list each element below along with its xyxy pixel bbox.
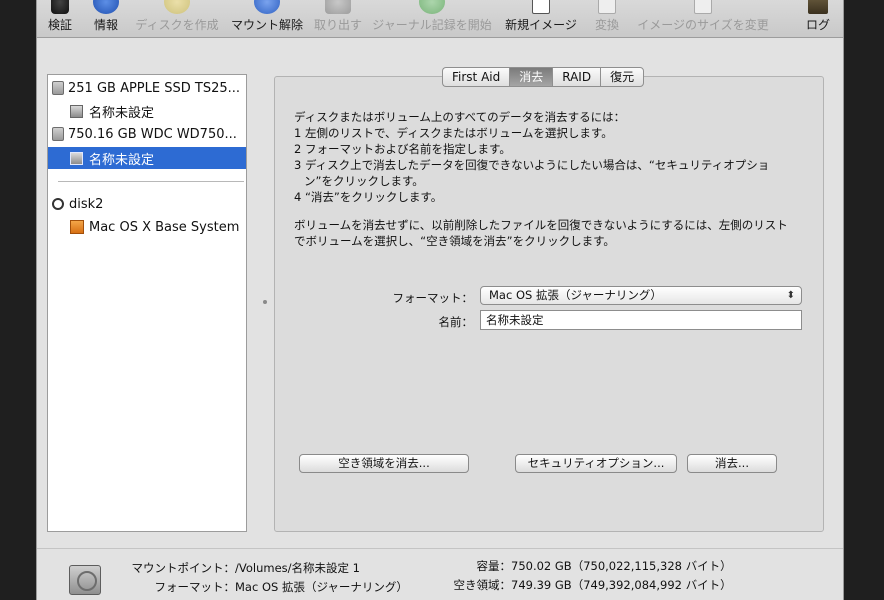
sidebar-divider <box>58 181 244 182</box>
disk-item-wdc[interactable]: 750.16 GB WDC WD750... <box>48 123 246 145</box>
erase-free-space-note: ボリュームを消去せずに、以前削除したファイルを回復できないようにするには、左側の… <box>294 218 788 248</box>
info-tool[interactable]: 情報 <box>89 0 123 38</box>
verify-tool[interactable]: 検証 <box>43 0 77 38</box>
info-icon <box>93 0 119 14</box>
mount-point-info: マウントポイント：/Volumes/名称未設定 1 <box>131 561 360 575</box>
volume-icon <box>70 151 83 165</box>
enable-journaling-tool[interactable]: ジャーナル記録を開始 <box>371 0 493 38</box>
volume-item-ssd[interactable]: 名称未設定 <box>48 100 246 122</box>
security-options-button[interactable]: セキュリティオプション... <box>515 454 677 473</box>
installer-volume-item[interactable]: Mac OS X Base System <box>48 216 246 238</box>
resize-image-tool[interactable]: イメージのサイズを変更 <box>633 0 773 38</box>
tab-raid[interactable]: RAID <box>552 67 601 87</box>
microscope-icon <box>51 0 69 14</box>
erase-button[interactable]: 消去... <box>687 454 777 473</box>
burn-tool[interactable]: ディスクを作成 <box>133 0 221 38</box>
popup-arrows-icon: ⬍ <box>786 290 795 301</box>
erase-free-space-button[interactable]: 空き領域を消去... <box>299 454 469 473</box>
log-tool[interactable]: ログ <box>803 0 833 38</box>
tab-restore[interactable]: 復元 <box>600 67 645 87</box>
volume-icon <box>70 104 83 118</box>
convert-tool[interactable]: 変換 <box>589 0 625 38</box>
name-field[interactable]: 名称未設定 <box>480 310 802 330</box>
new-image-icon <box>532 0 550 14</box>
journal-icon <box>419 0 445 14</box>
burn-icon <box>164 0 190 14</box>
installer-volume-icon <box>70 220 84 234</box>
disk-image-icon <box>52 198 64 210</box>
log-icon <box>808 0 828 14</box>
free-space-info: 空き領域：749.39 GB（749,392,084,992 バイト） <box>453 578 732 592</box>
unmount-tool[interactable]: マウント解除 <box>229 0 305 38</box>
disk-item-ssd[interactable]: 251 GB APPLE SSD TS25... <box>48 77 246 99</box>
tab-erase[interactable]: 消去 <box>509 67 553 87</box>
disk-list: 251 GB APPLE SSD TS25... 名称未設定 750.16 GB… <box>47 74 247 532</box>
volume-item-wdc[interactable]: 名称未設定 <box>48 147 246 169</box>
toolbar: 検証 情報 ディスクを作成 マウント解除 取り出す ジャーナル記録を開始 新規イ… <box>37 0 843 38</box>
hard-disk-icon <box>52 127 64 141</box>
split-view-handle[interactable] <box>263 300 267 304</box>
format-label: フォーマット： <box>392 291 474 305</box>
unmount-icon <box>254 0 280 14</box>
erase-instructions: ディスクまたはボリューム上のすべてのデータを消去するには： 1 左側のリストで、… <box>294 110 770 204</box>
hard-disk-icon <box>69 565 101 595</box>
disk-image-item[interactable]: disk2 <box>48 193 246 215</box>
eject-tool[interactable]: 取り出す <box>313 0 363 38</box>
resize-icon <box>694 0 712 14</box>
format-info: フォーマット：Mac OS 拡張（ジャーナリング） <box>154 580 408 594</box>
format-value: Mac OS 拡張（ジャーナリング） <box>489 288 662 302</box>
format-popup[interactable]: Mac OS 拡張（ジャーナリング） ⬍ <box>480 286 802 305</box>
new-image-tool[interactable]: 新規イメージ <box>503 0 579 38</box>
disk-utility-window: 検証 情報 ディスクを作成 マウント解除 取り出す ジャーナル記録を開始 新規イ… <box>36 0 844 600</box>
tab-first-aid[interactable]: First Aid <box>442 67 510 87</box>
hard-disk-icon <box>52 81 64 95</box>
tab-bar: First Aid 消去 RAID 復元 <box>442 67 645 87</box>
convert-icon <box>598 0 616 14</box>
name-label: 名前： <box>438 315 474 329</box>
capacity-info: 容量：750.02 GB（750,022,115,328 バイト） <box>476 559 732 573</box>
eject-icon <box>325 0 351 14</box>
